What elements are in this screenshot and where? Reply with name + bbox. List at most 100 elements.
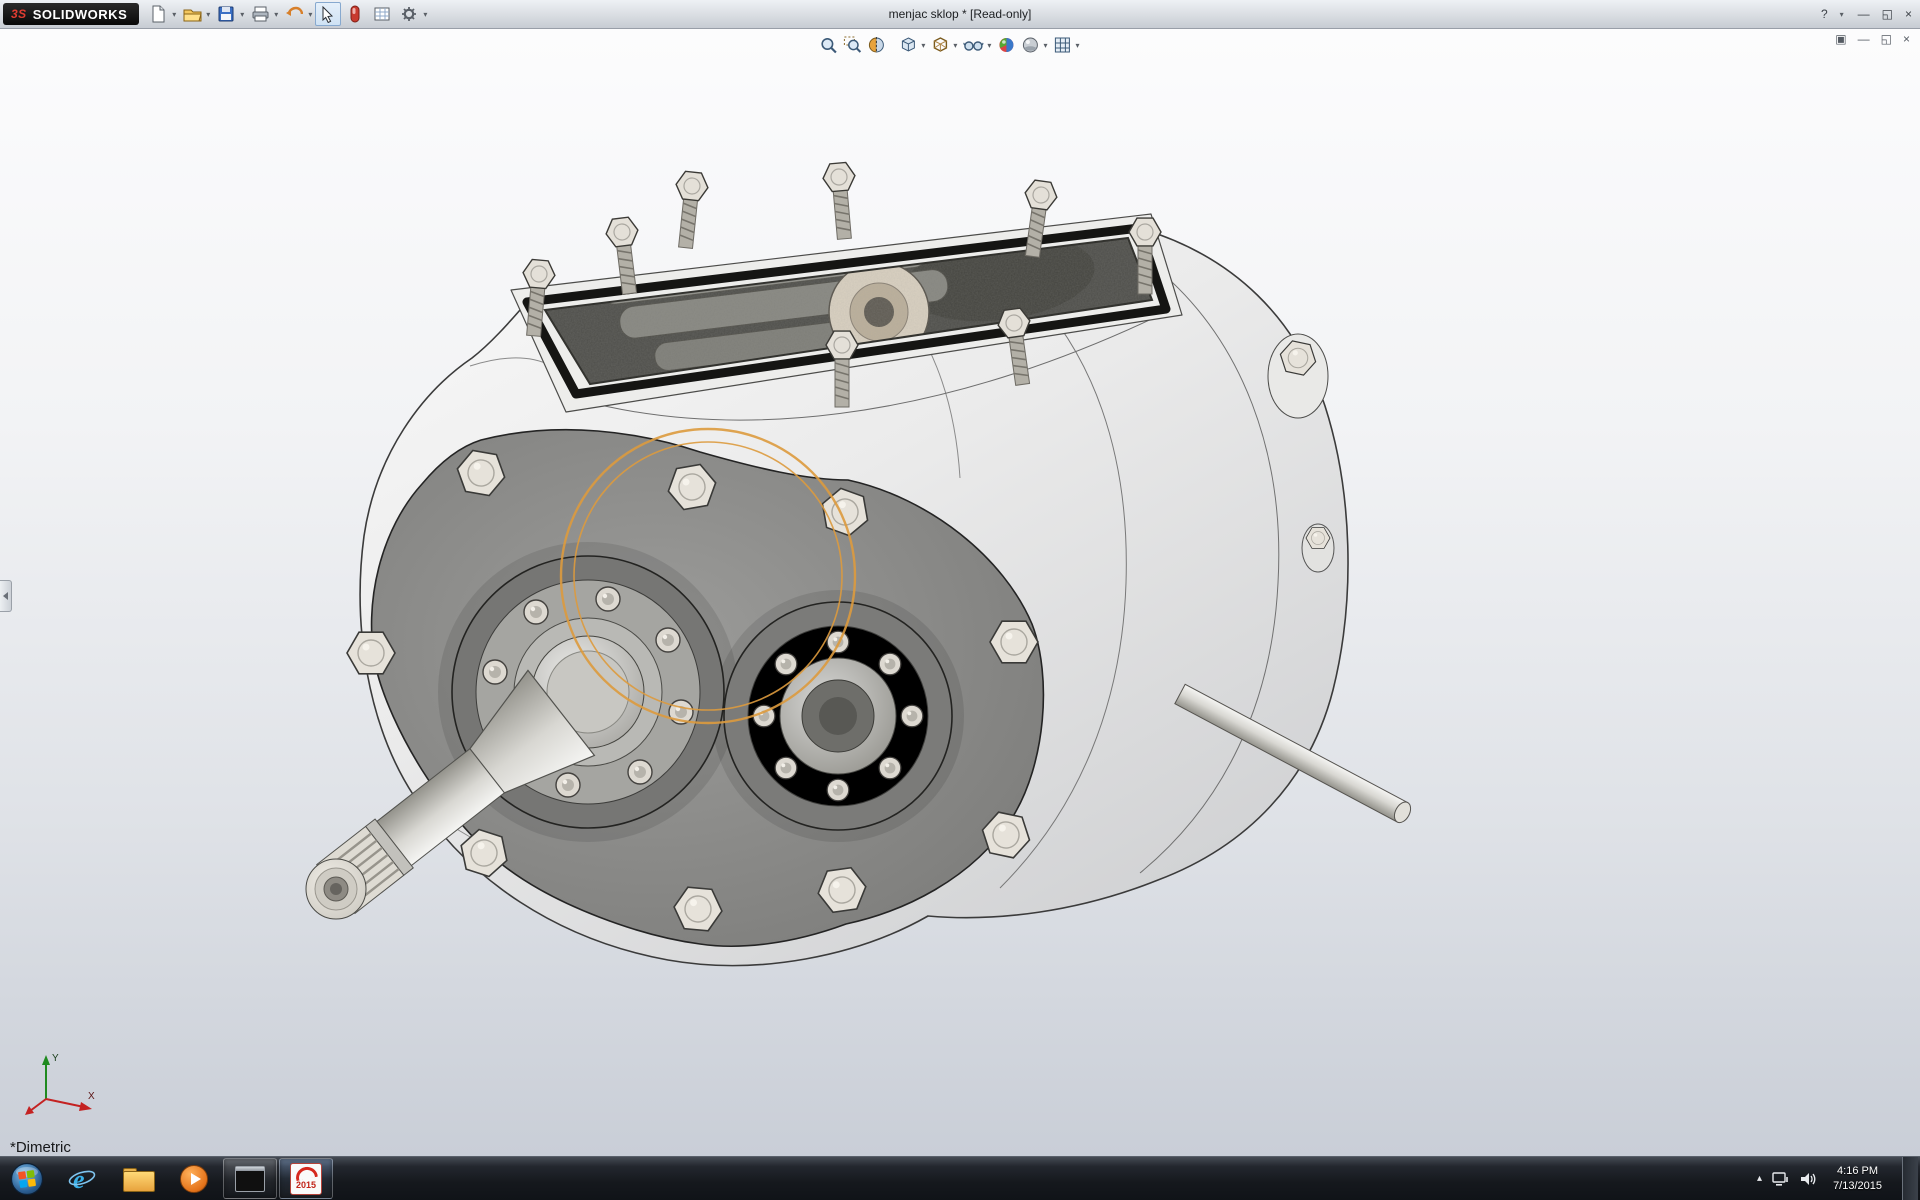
taskbar-item-internet-explorer[interactable]: e [55,1158,109,1199]
chevron-down-icon[interactable]: ▾ [1043,41,1047,50]
flange-bolt[interactable] [901,705,923,727]
triad-x-label: X [88,1091,95,1102]
section-view-icon [867,36,885,54]
show-desktop-button[interactable] [1902,1157,1918,1200]
close-button[interactable]: × [1905,7,1912,21]
flange-bolt[interactable] [775,653,797,675]
minimize-button[interactable]: — [1858,7,1870,21]
hide-show-items-button[interactable] [961,34,985,56]
view-settings-button[interactable] [1051,34,1073,56]
title-bar: 3S SOLIDWORKS ▾ ▾ ▾ ▾ ▾ [0,0,1920,29]
sketch-button[interactable] [369,2,395,26]
open-button[interactable] [179,2,205,26]
new-document-button[interactable] [145,2,171,26]
taskbar-item-solidworks[interactable]: 2015 [279,1158,333,1199]
hidden-icons-button[interactable]: ▴ [1757,1173,1762,1184]
flange-bolt[interactable] [879,653,901,675]
svg-text:e: e [73,1165,85,1194]
doc-minimize-button[interactable]: — [1858,32,1870,46]
print-button[interactable] [247,2,273,26]
flange-bolt[interactable] [827,779,849,801]
window-title: menjac sklop * [Read-only] [889,7,1032,21]
command-prompt-icon [235,1166,265,1192]
new-document-icon [149,5,167,23]
solidworks-year-label: 2015 [296,1181,316,1190]
options-button[interactable] [396,2,422,26]
display-style-button[interactable] [929,34,951,56]
zoom-to-fit-icon [819,36,837,54]
chevron-down-icon[interactable]: ▾ [921,41,925,50]
chevron-down-icon[interactable]: ▾ [308,10,312,19]
edit-appearance-button[interactable] [995,34,1017,56]
chevron-down-icon[interactable]: ▾ [274,10,278,19]
save-floppy-icon [217,5,235,23]
zoom-to-fit-button[interactable] [817,34,839,56]
solidworks-window: 3S SOLIDWORKS ▾ ▾ ▾ ▾ ▾ [0,0,1920,1200]
solidworks-logo[interactable]: 3S SOLIDWORKS [3,3,139,25]
sketch-sheet-icon [373,5,391,23]
flange-bolt[interactable] [775,757,797,779]
apply-scene-button[interactable] [1019,34,1041,56]
flange-bolt[interactable] [556,773,580,797]
window-controls: ? ▾ — ◱ × [1821,0,1912,28]
display-style-icon [931,36,949,54]
help-button[interactable]: ? [1821,7,1828,21]
graphics-area[interactable]: ▾ ▾ ▾ ▾ ▾ ▣ — ◱ × [0,28,1920,1157]
chevron-down-icon[interactable]: ▾ [206,10,210,19]
save-button[interactable] [213,2,239,26]
flange-bolt[interactable] [879,757,901,779]
appearance-ball-icon [997,36,1015,54]
taskbar-item-explorer[interactable] [111,1158,165,1199]
heads-up-view-toolbar: ▾ ▾ ▾ ▾ ▾ [817,34,1081,56]
stud-bolt[interactable] [822,162,860,240]
printer-icon [251,5,270,23]
start-button[interactable] [0,1157,54,1200]
doc-restore-button[interactable]: ◱ [1881,32,1892,46]
taskbar-item-media-player[interactable] [167,1158,221,1199]
gearbox-model[interactable] [0,28,1920,1157]
windows-orb-icon [10,1162,44,1196]
chevron-down-icon[interactable]: ▾ [240,10,244,19]
restore-button[interactable]: ◱ [1882,7,1893,21]
view-cube-icon [899,36,917,54]
flange-bolt[interactable] [483,660,507,684]
select-button[interactable] [315,2,341,26]
glasses-icon [963,37,983,53]
chevron-down-icon[interactable]: ▾ [423,10,427,19]
featuremanager-flyout-tab[interactable] [0,580,12,612]
dassault-logo-icon: 3S [11,7,27,21]
triad-y-label: Y [52,1053,59,1064]
flange-bolt[interactable] [524,600,548,624]
taskbar-item-command-prompt[interactable] [223,1158,277,1199]
open-folder-icon [183,5,202,23]
clock-date: 7/13/2015 [1833,1179,1882,1193]
flange-bolt[interactable] [596,587,620,611]
undo-arrow-icon [285,5,303,23]
view-orientation-button[interactable] [897,34,919,56]
doc-cascade-button[interactable]: ▣ [1835,32,1846,46]
main-toolbar: ▾ ▾ ▾ ▾ ▾ ▾ [145,2,429,26]
taskbar-clock[interactable]: 4:16 PM 7/13/2015 [1827,1164,1888,1193]
volume-icon[interactable] [1800,1171,1817,1187]
stud-bolt[interactable] [670,171,710,250]
chevron-down-icon[interactable]: ▾ [172,10,176,19]
network-icon[interactable] [1772,1171,1790,1187]
chevron-down-icon[interactable]: ▾ [1075,41,1079,50]
flange-bolt[interactable] [827,631,849,653]
doc-close-button[interactable]: × [1903,32,1910,46]
xpress-products-button[interactable] [342,2,368,26]
select-cursor-icon [321,6,335,23]
chevron-down-icon[interactable]: ▾ [1840,10,1844,19]
solidworks-taskbar-icon: 2015 [290,1163,322,1195]
xpress-capsule-icon [349,5,361,23]
zoom-to-area-button[interactable] [841,34,863,56]
flange-bolt[interactable] [656,628,680,652]
folder-icon [123,1168,153,1190]
chevron-down-icon[interactable]: ▾ [953,41,957,50]
gear-icon [400,5,418,23]
bearing-cover-flange[interactable] [724,602,952,830]
undo-button[interactable] [281,2,307,26]
chevron-down-icon[interactable]: ▾ [987,41,991,50]
section-view-button[interactable] [865,34,887,56]
flange-bolt[interactable] [628,760,652,784]
